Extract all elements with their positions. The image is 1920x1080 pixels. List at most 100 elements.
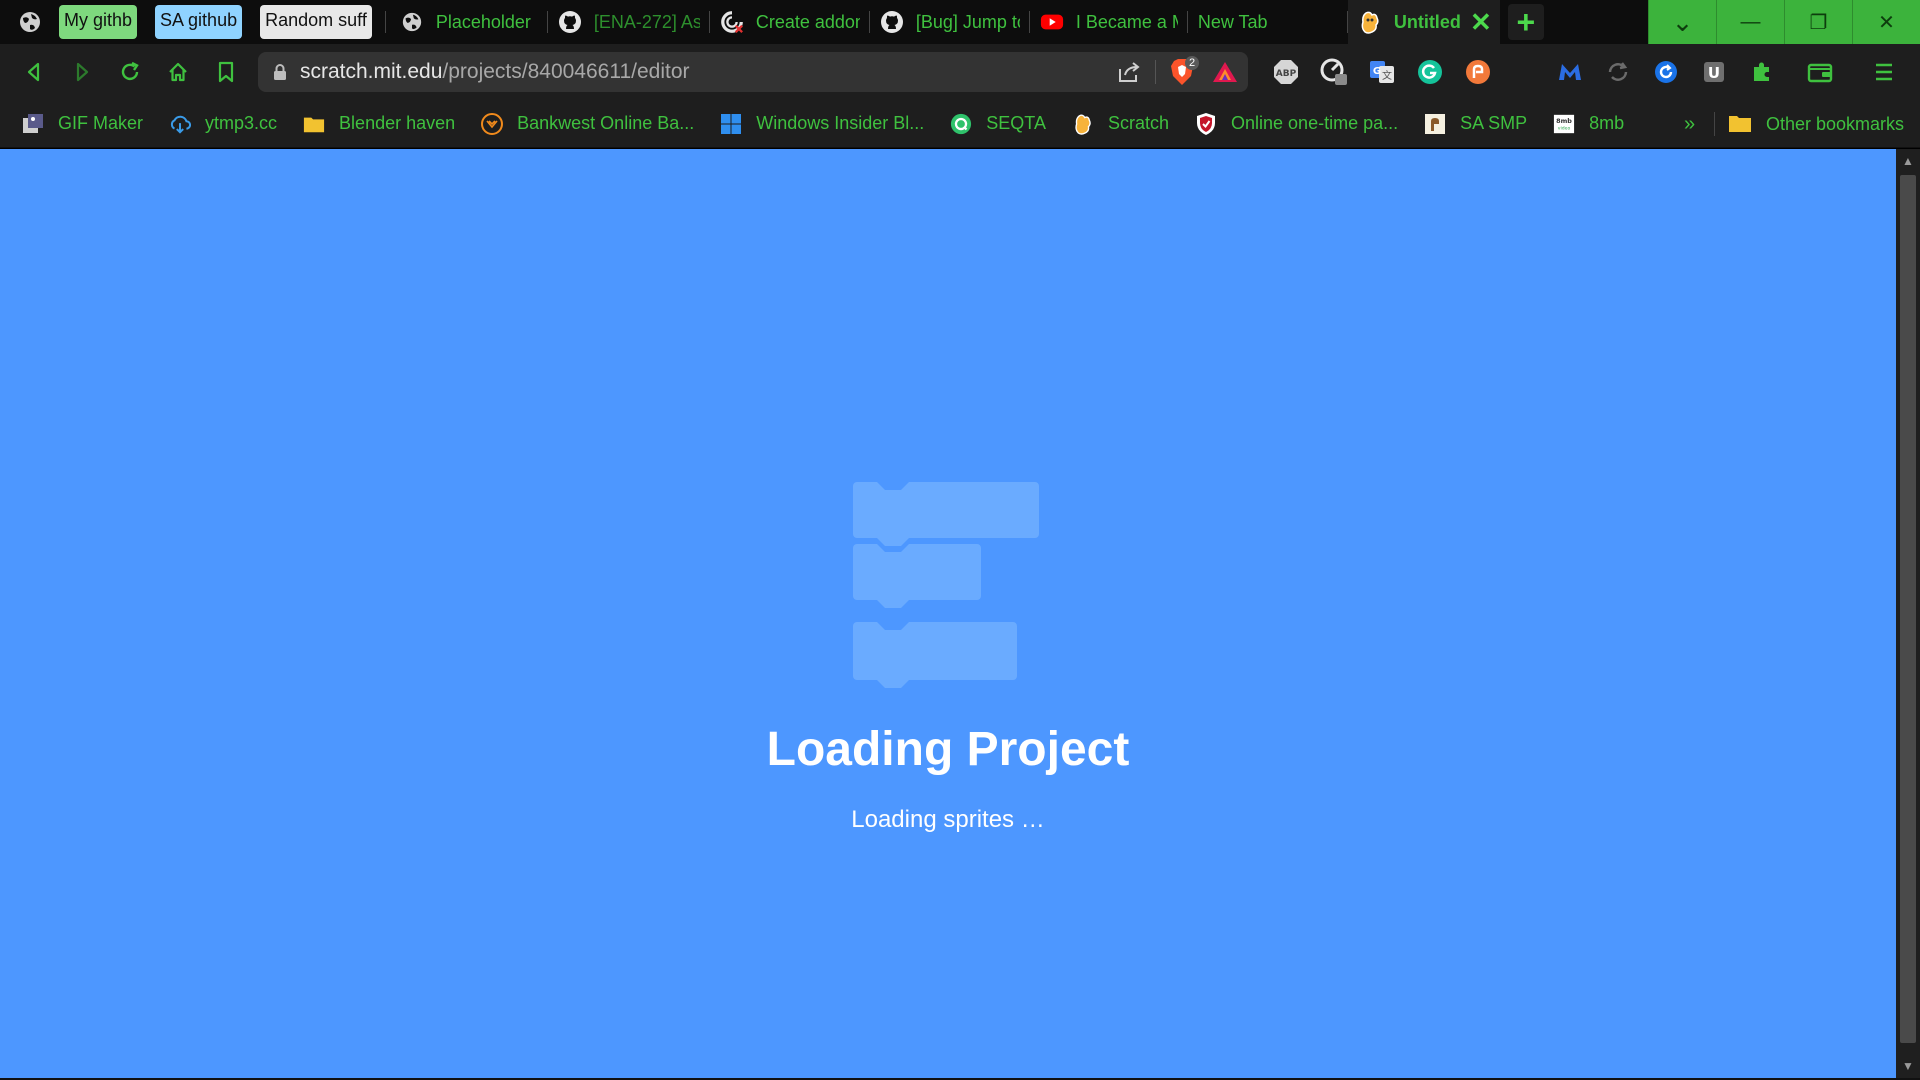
bookmark-gif-maker[interactable]: GIF Maker [22, 113, 143, 135]
extensions-menu-button[interactable] [1738, 48, 1786, 96]
ext-malwarebytes[interactable] [1546, 48, 1594, 96]
back-button[interactable] [10, 48, 58, 96]
8mb-icon: 8mb video [1553, 113, 1575, 135]
home-icon [169, 62, 187, 82]
svg-text:U: U [1708, 64, 1720, 82]
scroll-up-arrow-icon[interactable]: ▲ [1896, 151, 1920, 171]
tab-search-globe[interactable] [0, 0, 50, 44]
ext-u[interactable]: U [1690, 48, 1738, 96]
u-letter-icon: U [1704, 62, 1724, 82]
forward-button[interactable] [58, 48, 106, 96]
bookmark-windows-insider[interactable]: Windows Insider Bl... [720, 113, 924, 135]
tab-label: [ENA-272] As [593, 11, 700, 32]
ext-speed-dial[interactable] [1310, 48, 1358, 96]
address-bar[interactable]: scratch.mit.edu/projects/840046611/edito… [258, 52, 1248, 92]
ext-grammarly[interactable] [1406, 48, 1454, 96]
other-bookmarks-folder[interactable]: Other bookmarks [1713, 100, 1905, 148]
bookmark-8mb[interactable]: 8mb video 8mb [1553, 113, 1624, 135]
back-icon [27, 62, 40, 82]
bookmark-label: Bankwest Online Ba... [517, 113, 695, 133]
bookmark-bankwest[interactable]: Bankwest Online Ba... [481, 112, 695, 135]
tab-group-label: Random suff [265, 10, 367, 30]
tab-group-random-suff[interactable]: Random suff [260, 5, 372, 39]
bookmark-label: Windows Insider Bl... [756, 113, 925, 133]
hamburger-icon [1876, 63, 1892, 81]
bookmark-seqta[interactable]: SEQTA [950, 113, 1046, 135]
tab-ena-272[interactable]: [ENA-272] As [548, 0, 710, 44]
gif-icon [22, 113, 44, 135]
scroll-down-arrow-icon[interactable]: ▼ [1896, 1056, 1920, 1076]
adblock-plus-icon: ABP [1274, 60, 1298, 84]
bookmark-label: Other bookmarks [1766, 113, 1905, 134]
loader-block-3 [853, 622, 1017, 688]
tab-group-label: My githb [64, 10, 133, 30]
browser-toolbar: scratch.mit.edu/projects/840046611/edito… [0, 44, 1920, 100]
tab-label: I Became a M [1075, 11, 1178, 32]
tab-untitled-active[interactable]: Untitled-1 ✕ [1347, 0, 1500, 44]
ext-refresh-blue[interactable] [1642, 48, 1690, 96]
scrollbar-thumb[interactable] [1900, 175, 1916, 1043]
bookmark-label: Scratch [1107, 113, 1170, 133]
bookmark-label: SA SMP [1460, 113, 1528, 133]
close-icon: ✕ [1878, 11, 1895, 34]
globe-icon [400, 10, 424, 34]
bookmark-one-time-password[interactable]: Online one-time pa... [1195, 112, 1398, 135]
tab-new-tab[interactable]: New Tab [1188, 0, 1348, 44]
tab-group-sa-github[interactable]: SA github [155, 5, 243, 39]
new-tab-button[interactable]: + [1507, 4, 1544, 40]
github-icon [558, 10, 582, 34]
seqta-icon [950, 113, 972, 135]
bookmark-sa-smp[interactable]: SA SMP [1424, 113, 1527, 135]
scratch-icon [1072, 113, 1094, 135]
ext-orange-extension[interactable] [1454, 48, 1502, 96]
loading-title: Loading Project [766, 723, 1130, 776]
ext-adblock-plus[interactable]: ABP [1262, 48, 1310, 96]
loader-block-1 [853, 482, 1039, 546]
bookmark-scratch[interactable]: Scratch [1072, 113, 1169, 135]
reload-button[interactable] [106, 48, 154, 96]
bookmark-blender-haven[interactable]: Blender haven [303, 113, 455, 135]
puzzle-icon [1754, 62, 1769, 81]
malwarebytes-icon [1559, 64, 1581, 80]
cloud-download-icon [169, 113, 192, 135]
vertical-scrollbar[interactable]: ▲ ▼ [1896, 149, 1920, 1078]
share-icon[interactable] [1117, 61, 1141, 83]
windows-icon [720, 113, 742, 135]
brave-rewards-icon[interactable] [1212, 60, 1238, 84]
wallet-button[interactable] [1796, 48, 1844, 96]
tab-close-icon[interactable]: ✕ [1470, 9, 1492, 35]
url-path: /projects/840046611/editor [442, 60, 690, 83]
minimize-button[interactable]: — [1716, 0, 1784, 44]
tab-bug-jump[interactable]: [Bug] Jump to [870, 0, 1030, 44]
folder-icon [303, 113, 325, 135]
forward-icon [76, 62, 89, 82]
main-menu-button[interactable] [1860, 48, 1908, 96]
lock-icon [274, 64, 286, 80]
ext-google-translate[interactable]: G文 [1358, 48, 1406, 96]
svg-text:文: 文 [1382, 69, 1392, 82]
minimize-icon: — [1740, 10, 1761, 33]
ext-sync[interactable] [1594, 48, 1642, 96]
extension-badge-icon [1466, 60, 1490, 84]
wallet-icon [1807, 63, 1833, 83]
brave-shields-button[interactable]: 2 [1170, 56, 1200, 86]
tab-placeholder[interactable]: Placeholder [390, 0, 548, 44]
tab-create-addon[interactable]: Create addon [710, 0, 870, 44]
tab-youtube[interactable]: I Became a M [1030, 0, 1188, 44]
bookmark-ytmp3[interactable]: ytmp3.cc [169, 113, 277, 135]
tab-label: Untitled-1 [1393, 11, 1461, 32]
bookmark-button[interactable] [202, 48, 250, 96]
brave-badge: 2 [1185, 56, 1200, 70]
broken-link-icon [720, 10, 744, 34]
tab-group-my-github[interactable]: My githb [59, 5, 138, 39]
window-controls: ⌄ — ❐ ✕ [1648, 0, 1920, 44]
url-host: scratch.mit.edu [300, 60, 443, 83]
home-button[interactable] [154, 48, 202, 96]
tab-label: Placeholder [435, 11, 531, 32]
bookmarks-overflow-button[interactable]: » [1684, 100, 1695, 148]
tab-search-button[interactable]: ⌄ [1648, 0, 1716, 44]
restore-button[interactable]: ❐ [1784, 0, 1852, 44]
bookmarks-bar: GIF Maker ytmp3.cc Blender haven Bankwes… [0, 100, 1920, 148]
close-window-button[interactable]: ✕ [1852, 0, 1920, 44]
speedometer-icon [1320, 58, 1347, 85]
